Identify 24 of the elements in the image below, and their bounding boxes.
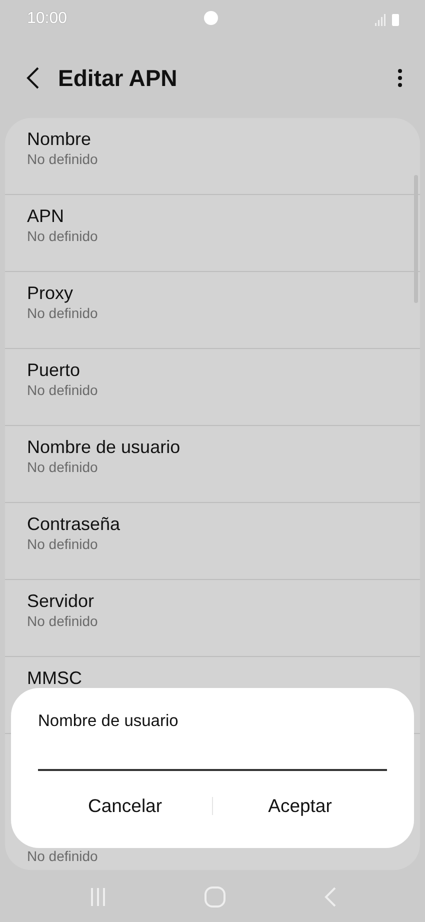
more-options-button[interactable] [397,68,403,88]
item-value: No definido [27,535,99,554]
dialog-button[interactable]: Cancelar [38,789,212,823]
item-value: No definido [27,227,99,246]
item-value: No definido [27,381,99,400]
item-title[interactable]: Proxy [27,282,398,304]
item-value: No definido [27,458,99,477]
item-title[interactable]: Servidor [27,590,398,612]
signal-battery-icon [375,12,401,26]
item-value: No definido [27,847,99,866]
item-title[interactable]: APN [27,205,398,227]
item-title[interactable]: Nombre de usuario [27,436,398,458]
item-title[interactable]: MMSC [27,667,398,689]
item-value: No definido [27,304,99,323]
back-button[interactable] [26,67,40,89]
dialog-button[interactable]: Aceptar [213,789,387,823]
item-title[interactable]: Nombre [27,128,398,150]
item-value: No definido [27,150,99,169]
dialog-title: Nombre de usuario [38,712,180,731]
item-title[interactable]: Contraseña [27,513,398,535]
camera-icon [204,11,218,25]
item-title[interactable]: Puerto [27,359,398,381]
page-title: Editar APN [58,64,178,92]
item-value: No definido [27,612,99,631]
